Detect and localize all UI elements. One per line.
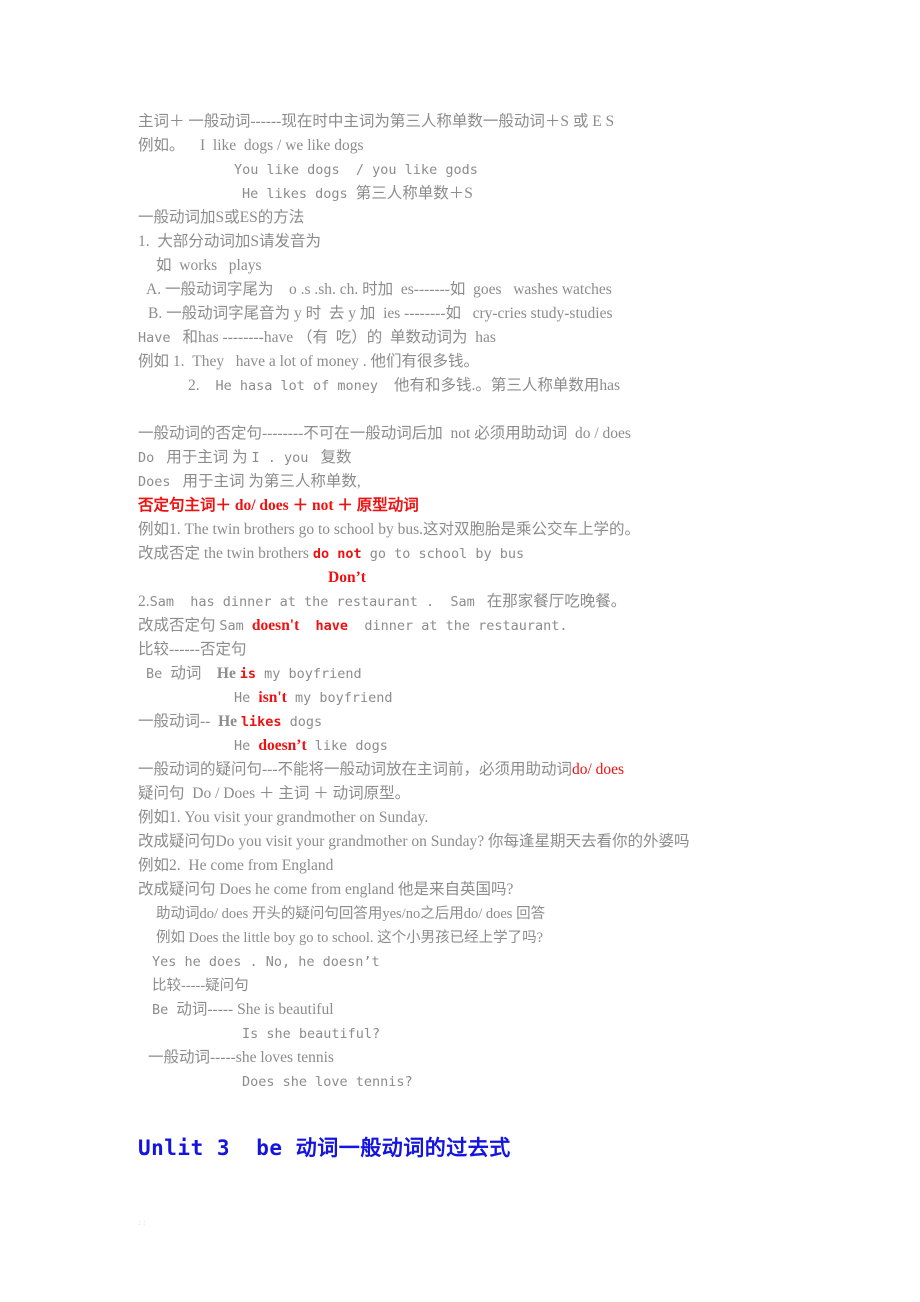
text-run-emphasis: have bbox=[299, 618, 357, 634]
text-line-3: You like dogs / you like gods bbox=[234, 162, 478, 178]
text-run-emphasis: doesn't bbox=[251, 617, 300, 634]
text-run-serif: 一般动词的疑问句---不能将一般动词放在主词前，必须用助动词 bbox=[138, 761, 572, 778]
text-line-12: 2. He hasa lot of money 他有和多钱.。第三人称单数用ha… bbox=[138, 374, 778, 398]
scan-artifact: :: bbox=[137, 1218, 147, 1227]
text-line-33: 改成疑问句 Does he come from england 他是来自英国吗? bbox=[138, 881, 514, 898]
text-run-mono: Be bbox=[146, 666, 171, 682]
text-line-38: Be 动词----- She is beautiful bbox=[138, 998, 778, 1022]
text-run-mono: Do bbox=[138, 450, 163, 466]
text-line-6: 1. 大部分动词加S请发音为 bbox=[138, 233, 321, 250]
text-line-39: Is she beautiful? bbox=[242, 1026, 381, 1042]
text-run-serif: He bbox=[218, 713, 241, 730]
text-line-4: He likes dogs 第三人称单数＋S bbox=[138, 182, 778, 206]
text-line-25: He isn't my boyfriend bbox=[138, 686, 778, 710]
text-line-41: Does she love tennis? bbox=[242, 1074, 413, 1090]
document-body: 主词＋ 一般动词------现在时中主词为第三人称单数一般动词＋S 或 E S … bbox=[138, 110, 778, 1094]
text-run-mono: He likes dogs bbox=[242, 186, 356, 202]
text-run-mono: Have bbox=[138, 330, 179, 346]
text-run-serif: 改成否定句 bbox=[138, 617, 220, 634]
text-run-mono: He hasa lot of money bbox=[207, 378, 387, 394]
text-line-14: 一般动词的否定句--------不可在一般动词后加 not 必须用助动词 do … bbox=[138, 425, 631, 442]
text-line-10: Have 和has --------have （有 吃）的 单数动词为 has bbox=[138, 326, 778, 350]
text-run-emphasis: likes bbox=[240, 714, 282, 730]
text-run-emphasis: is bbox=[239, 666, 256, 682]
text-run-serif: 和has --------have （有 吃）的 单数动词为 has bbox=[178, 329, 496, 346]
text-run-emphasis: do not bbox=[312, 546, 362, 562]
text-line-7: 如 works plays bbox=[156, 257, 262, 274]
text-line-1: 主词＋ 一般动词------现在时中主词为第三人称单数一般动词＋S 或 E S bbox=[138, 113, 615, 130]
text-run-mono: Does bbox=[138, 474, 179, 490]
text-line-24: Be 动词 He is my boyfriend bbox=[138, 662, 778, 686]
text-run-mono: dogs bbox=[281, 714, 323, 730]
text-run-serif: 改成否定 bbox=[138, 545, 204, 562]
text-run-mono: Be bbox=[152, 1002, 177, 1018]
text-line-11: 例如 1. They have a lot of money . 他们有很多钱。 bbox=[138, 353, 479, 370]
text-run-serif: 2. bbox=[188, 377, 208, 394]
text-run-emphasis: doesn’t bbox=[258, 737, 307, 754]
text-run-mono: I . you bbox=[251, 450, 317, 466]
text-run-mono: Sam has dinner at the restaurant . Sam bbox=[149, 594, 483, 610]
text-line-40: 一般动词-----she loves tennis bbox=[148, 1049, 334, 1066]
text-line-5: 一般动词加S或ES的方法 bbox=[138, 209, 305, 226]
text-line-19: 改成否定 the twin brothers do not go to scho… bbox=[138, 542, 778, 566]
text-run-serif: 动词 bbox=[170, 665, 217, 682]
text-line-20-dont: Don’t bbox=[328, 569, 366, 586]
text-line-9: B. 一般动词字尾音为 y 时 去 y 加 ies --------如 cry-… bbox=[148, 305, 613, 322]
unit-heading: Unlit 3 be 动词一般动词的过去式 bbox=[138, 1136, 511, 1160]
text-run-serif: 在那家餐厅吃晚餐。 bbox=[482, 593, 627, 610]
text-line-26: 一般动词-- He likes dogs bbox=[138, 710, 778, 734]
text-line-22: 改成否定句 Sam doesn't have dinner at the res… bbox=[138, 614, 778, 638]
text-run-serif: the twin brothers bbox=[203, 545, 313, 562]
text-line-36: Yes he does . No, he doesn’t bbox=[152, 954, 380, 970]
text-line-18: 例如1. The twin brothers go to school by b… bbox=[138, 521, 641, 538]
text-run-mono: Sam bbox=[219, 618, 252, 634]
text-line-21: 2.Sam has dinner at the restaurant . Sam… bbox=[138, 590, 778, 614]
text-run-serif: 用于主词 为 bbox=[162, 449, 252, 466]
text-line-27: He doesn’t like dogs bbox=[138, 734, 778, 758]
text-line-30: 例如1. You visit your grandmother on Sunda… bbox=[138, 809, 429, 826]
text-run-emphasis: do/ does bbox=[572, 761, 625, 778]
text-run-mono: He bbox=[234, 690, 259, 706]
text-run-serif: She is beautiful bbox=[237, 1001, 334, 1018]
text-line-35: 例如 Does the little boy go to school. 这个小… bbox=[156, 930, 544, 946]
text-line-37: 比较-----疑问句 bbox=[152, 978, 249, 994]
text-run-mono: my boyfriend bbox=[286, 690, 393, 706]
text-run-serif: 第三人称单数＋S bbox=[355, 185, 473, 202]
text-run-serif: 动词----- bbox=[176, 1001, 238, 1018]
text-line-8: A. 一般动词字尾为 o .s .sh. ch. 时加 es-------如 g… bbox=[146, 281, 612, 298]
text-run-serif: 他有和多钱.。第三人称单数用has bbox=[386, 377, 620, 394]
text-run-serif: 2. bbox=[138, 593, 150, 610]
text-line-17-negative-rule: 否定句主词＋ do/ does ＋ not ＋ 原型动词 bbox=[138, 497, 419, 514]
text-run-mono: my boyfriend bbox=[255, 666, 362, 682]
text-line-15: Do 用于主词 为 I . you 复数 bbox=[138, 446, 778, 470]
text-run-serif: 用于主词 为第三人称单数, bbox=[178, 473, 361, 490]
text-line-32: 例如2. He come from England bbox=[138, 857, 334, 874]
text-line-28: 一般动词的疑问句---不能将一般动词放在主词前，必须用助动词do/ does bbox=[138, 758, 778, 782]
text-run-serif: He bbox=[216, 665, 240, 682]
text-line-34: 助动词do/ does 开头的疑问句回答用yes/no之后用do/ does 回… bbox=[156, 906, 546, 922]
text-line-23: 比较------否定句 bbox=[138, 641, 247, 658]
text-line-2: 例如。 I like dogs / we like dogs bbox=[138, 137, 364, 154]
text-line-29: 疑问句 Do / Does ＋ 主词 ＋ 动词原型。 bbox=[138, 785, 411, 802]
text-run-mono: dinner at the restaurant. bbox=[356, 618, 568, 634]
text-run-serif: 复数 bbox=[316, 449, 352, 466]
text-run-serif: 一般动词-- bbox=[138, 713, 219, 730]
text-run-mono: He bbox=[234, 738, 259, 754]
text-run-mono: go to school by bus bbox=[361, 546, 525, 562]
text-run-mono: like dogs bbox=[306, 738, 388, 754]
text-line-16: Does 用于主词 为第三人称单数, bbox=[138, 470, 778, 494]
document-page: 主词＋ 一般动词------现在时中主词为第三人称单数一般动词＋S 或 E S … bbox=[0, 0, 920, 1302]
text-run-emphasis: isn't bbox=[258, 689, 287, 706]
text-line-31: 改成疑问句Do you visit your grandmother on Su… bbox=[138, 833, 690, 850]
